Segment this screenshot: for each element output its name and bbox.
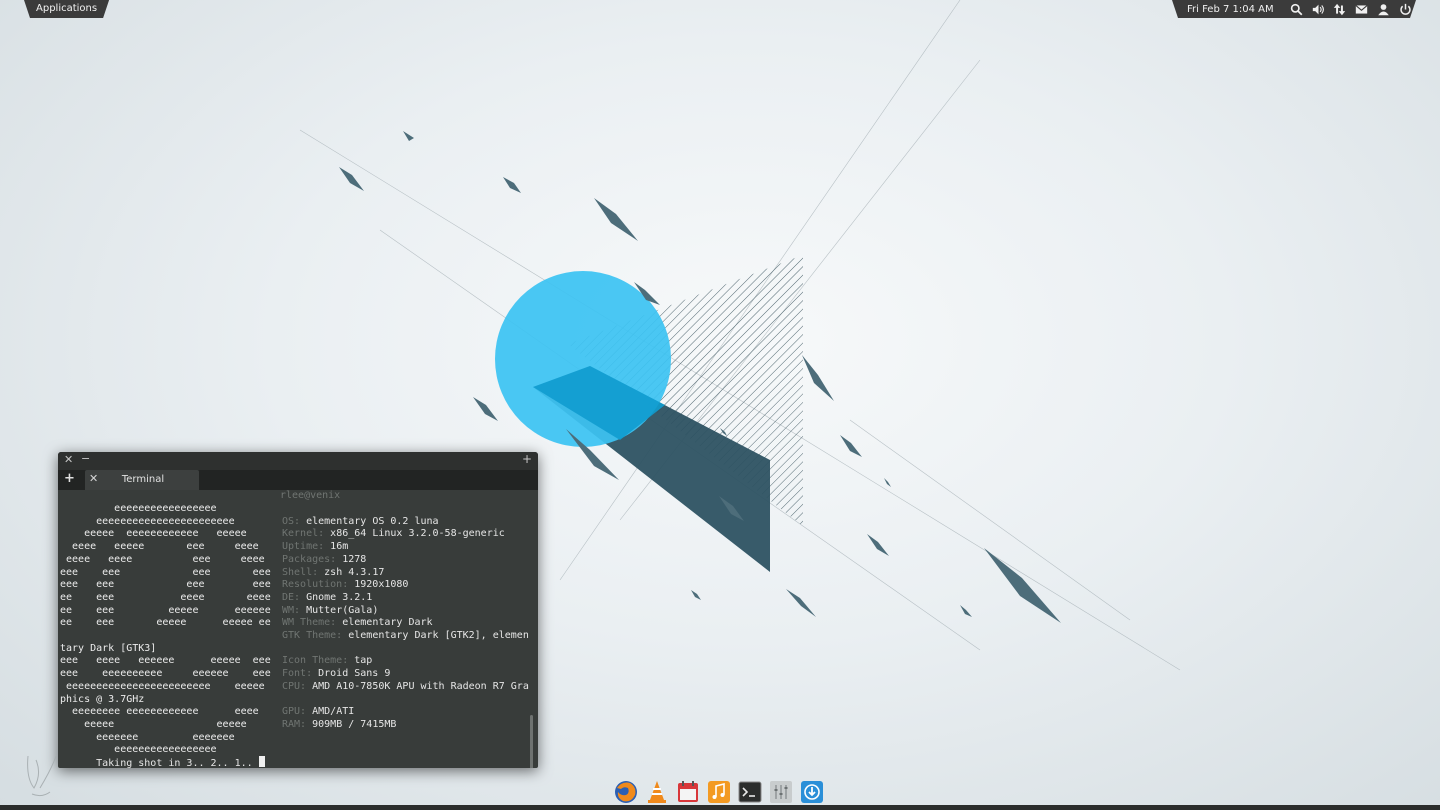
sysinfo-value: zsh 4.3.17 [324, 566, 385, 578]
sysinfo-label: GPU: [282, 706, 313, 718]
sysinfo-line: WM Theme: elementary Dark [282, 617, 433, 629]
sysinfo-value: elementary OS 0.2 luna [306, 515, 439, 527]
ascii-art-line: eeeeeeeeeeeeeeeeeeeeeee [60, 515, 265, 527]
clock[interactable]: Fri Feb 7 1:04 AM [1187, 4, 1274, 15]
ascii-art-line: eeeeeeeeeeeeeeeeeeeeeeee eeeee [60, 680, 265, 692]
window-close-button[interactable]: ✕ [64, 453, 73, 466]
firefox-icon[interactable] [614, 780, 638, 804]
sysinfo-label: DE: [282, 591, 307, 603]
ascii-art-line: phics @ 3.7GHz [60, 693, 145, 705]
sysinfo-value: Mutter(Gala) [306, 604, 379, 616]
tab-terminal[interactable]: ✕ Terminal [85, 470, 199, 490]
terminal-icon[interactable] [738, 780, 762, 804]
sysinfo-value: elementary Dark [342, 617, 433, 629]
sysinfo-line: Packages: 1278 [282, 554, 366, 566]
sysinfo-value: 1278 [342, 553, 367, 565]
sysinfo-line: Icon Theme: tap [282, 655, 372, 667]
download-icon[interactable] [800, 780, 824, 804]
sysinfo-label: GTK Theme: [282, 630, 349, 641]
sysinfo-value: Gnome 3.2.1 [306, 591, 373, 603]
terminal-user-host: rlee@venix [280, 490, 341, 501]
sysinfo-line: Uptime: 16m [282, 541, 348, 553]
music-icon[interactable] [707, 780, 731, 804]
calendar-icon[interactable] [676, 780, 700, 804]
sysinfo-line: Font: Droid Sans 9 [282, 668, 390, 680]
ascii-art-line: eee eee eee eee [60, 579, 271, 591]
sysinfo-value: 16m [330, 541, 349, 553]
sysinfo-value: tap [354, 655, 373, 667]
scrollbar[interactable] [530, 715, 533, 768]
indicator-panel: Fri Feb 7 1:04 AM [1172, 0, 1416, 18]
new-tab-button[interactable]: + [64, 471, 75, 486]
ascii-art-line: eeeeeeeeeeeeeeeee [60, 503, 265, 514]
ascii-art-line: eeeee eeeeeeeeeeee eeeee [60, 528, 259, 540]
ascii-art-line: eeee eeee eee eeee [60, 553, 265, 565]
sysinfo-label: Packages: [282, 553, 343, 565]
terminal-prompt-line: Taking shot in 3.. 2.. 1.. [60, 744, 265, 768]
terminal-output[interactable]: rlee@venix eeeeeeeeeeeeeeeee eeeeeeeeeee… [60, 490, 534, 768]
sysinfo-line: GTK Theme: elementary Dark [GTK2], eleme… [282, 630, 529, 642]
sysinfo-label: Resolution: [282, 579, 355, 591]
window-titlebar[interactable]: ✕ − + [58, 452, 538, 470]
ascii-art-line: eee eee eee eee [60, 566, 271, 578]
sysinfo-value: AMD/ATI [312, 706, 355, 718]
ascii-art-line: eeeee eeeee [60, 718, 247, 730]
mail-icon[interactable] [1351, 0, 1373, 18]
sysinfo-label: Font: [282, 668, 319, 680]
signature-mark [27, 755, 57, 797]
ascii-art-line: tary Dark [GTK3] [60, 642, 157, 654]
window-new-button[interactable]: + [522, 452, 532, 466]
volume-icon[interactable] [1307, 0, 1329, 18]
sysinfo-value: x86_64 Linux 3.2.0-58-generic [330, 528, 505, 540]
text-cursor [258, 756, 265, 767]
vlc-icon[interactable] [645, 780, 669, 804]
sysinfo-label: WM Theme: [282, 617, 343, 629]
sysinfo-label: Kernel: [282, 528, 331, 540]
sysinfo-label: Uptime: [282, 541, 331, 553]
sysinfo-value: elementary Dark [GTK2], elemen [348, 630, 529, 641]
tab-label: Terminal [121, 474, 165, 485]
sysinfo-line: CPU: AMD A10-7850K APU with Radeon R7 Gr… [282, 681, 529, 693]
sysinfo-label: RAM: [282, 718, 313, 730]
sysinfo-line: GPU: AMD/ATI [282, 706, 354, 718]
sysinfo-line: Resolution: 1920x1080 [282, 579, 408, 591]
ascii-art-line: eee eeee eeeeee eeeee eee [60, 655, 271, 667]
tab-close-button[interactable]: ✕ [89, 472, 98, 485]
sysinfo-line: OS: elementary OS 0.2 luna [282, 516, 439, 528]
ascii-art-line: ee eee eeeee eeeeee [60, 604, 271, 616]
ascii-art-line: ee eee eeeee eeeee ee [60, 617, 271, 629]
bottom-edge [0, 805, 1440, 810]
ascii-art-line: ee eee eeee eeee [60, 591, 271, 603]
network-icon[interactable] [1329, 0, 1351, 18]
ascii-art-line: eeeeeee eeeeeee [60, 731, 235, 743]
tab-bar: + ✕ Terminal [58, 470, 538, 490]
sysinfo-value: 1920x1080 [354, 579, 409, 591]
user-icon[interactable] [1373, 0, 1395, 18]
sysinfo-line: Kernel: x86_64 Linux 3.2.0-58-generic [282, 528, 505, 540]
ascii-art-line: eeeeeeee eeeeeeeeeeee eeee [60, 706, 259, 718]
sysinfo-line: DE: Gnome 3.2.1 [282, 592, 372, 604]
sysinfo-label: OS: [282, 515, 307, 527]
sysinfo-label: WM: [282, 604, 307, 616]
sysinfo-value: Droid Sans 9 [318, 668, 391, 680]
sysinfo-value: AMD A10-7850K APU with Radeon R7 Gra [312, 680, 529, 692]
sysinfo-value: 909MB / 7415MB [312, 718, 397, 730]
applications-button[interactable]: Applications [24, 0, 109, 18]
sysinfo-line: RAM: 909MB / 7415MB [282, 719, 396, 731]
terminal-window[interactable]: ✕ − + + ✕ Terminal rlee@venix eeeeeeeeee… [58, 452, 538, 768]
sysinfo-line: Shell: zsh 4.3.17 [282, 567, 384, 579]
equalizer-icon[interactable] [769, 780, 793, 804]
window-minimize-button[interactable]: − [81, 452, 90, 465]
prompt-text: Taking shot in 3.. 2.. 1.. [96, 758, 259, 768]
sysinfo-line: WM: Mutter(Gala) [282, 605, 378, 617]
ascii-art-line: eeee eeeee eee eeee [60, 541, 259, 553]
ascii-art-line: eee eeeeeeeeee eeeeee eee [60, 668, 271, 680]
sysinfo-label: Icon Theme: [282, 655, 355, 667]
sysinfo-label: Shell: [282, 566, 325, 578]
sysinfo-label: CPU: [282, 680, 313, 692]
dock [610, 778, 830, 806]
search-icon[interactable] [1286, 0, 1308, 18]
